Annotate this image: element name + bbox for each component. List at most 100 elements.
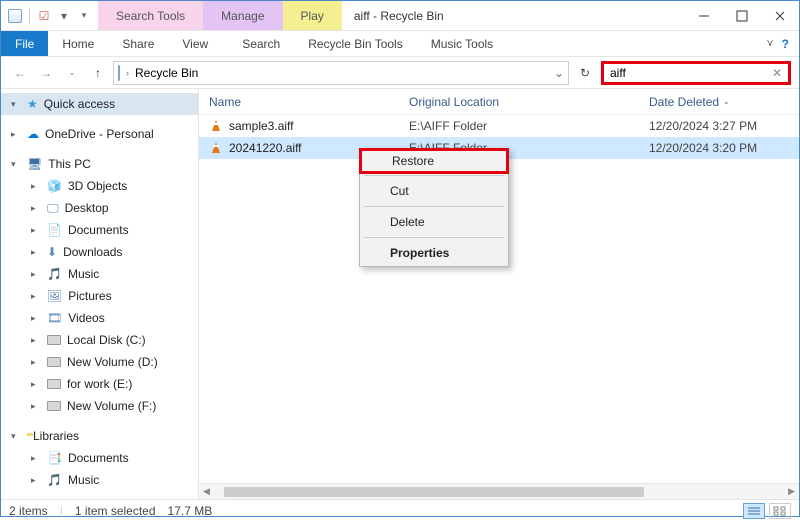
expand-icon[interactable]: ▸ bbox=[11, 129, 21, 140]
maximize-button[interactable] bbox=[723, 1, 761, 30]
expand-icon[interactable]: ▸ bbox=[31, 313, 41, 324]
drive-icon bbox=[47, 401, 61, 411]
breadcrumb[interactable]: Recycle Bin bbox=[135, 66, 198, 80]
view-large-icons-button[interactable] bbox=[769, 503, 791, 519]
sidebar-item[interactable]: ▸ Local Disk (C:) bbox=[1, 329, 198, 351]
sidebar-item[interactable]: ▸🧊3D Objects bbox=[1, 175, 198, 197]
context-tab-manage[interactable]: Manage bbox=[203, 1, 282, 30]
ribbon-tab-recycle-bin-tools[interactable]: Recycle Bin Tools bbox=[294, 31, 417, 56]
ribbon-expand-icon[interactable]: ⋎ bbox=[766, 38, 773, 49]
sidebar-item[interactable]: ▸🎞Videos bbox=[1, 307, 198, 329]
sidebar-item[interactable]: ▸ 🎵 Music bbox=[1, 263, 198, 285]
expand-icon[interactable]: ▸ bbox=[31, 401, 41, 412]
nav-forward-button[interactable]: → bbox=[35, 62, 57, 84]
column-header-name[interactable]: Name bbox=[209, 95, 409, 109]
sidebar-item[interactable]: ▸⬇Downloads bbox=[1, 241, 198, 263]
minimize-button[interactable] bbox=[685, 1, 723, 30]
expand-icon[interactable]: ▸ bbox=[31, 269, 41, 280]
context-tab-search-tools[interactable]: Search Tools bbox=[98, 1, 203, 30]
sidebar-item-this-pc[interactable]: ▾ 🖥 This PC bbox=[1, 153, 198, 175]
folder-icon: 🎵 bbox=[47, 267, 62, 281]
ribbon-tab-file[interactable]: File bbox=[1, 31, 48, 56]
sidebar-item[interactable]: ▸for work (E:) bbox=[1, 373, 198, 395]
status-selected-size: 17.7 MB bbox=[168, 504, 213, 518]
address-dropdown-icon[interactable]: ⌄ bbox=[554, 66, 564, 80]
file-name: sample3.aiff bbox=[229, 119, 293, 133]
context-menu: Restore Cut Delete Properties bbox=[359, 148, 509, 267]
qat-overflow-icon[interactable]: ▾ bbox=[76, 8, 92, 24]
sidebar-item-onedrive[interactable]: ▸ ☁ OneDrive - Personal bbox=[1, 123, 198, 145]
search-clear-icon[interactable]: ✕ bbox=[772, 66, 782, 80]
sidebar-item-label: Music bbox=[68, 267, 99, 281]
sidebar-item[interactable]: ▸ 📄 Documents bbox=[1, 219, 198, 241]
help-icon[interactable]: ? bbox=[782, 37, 789, 51]
context-menu-separator bbox=[364, 175, 504, 176]
expand-icon[interactable]: ▸ bbox=[31, 379, 41, 390]
context-menu-restore[interactable]: Restore bbox=[359, 148, 509, 174]
expand-icon[interactable]: ▸ bbox=[31, 453, 41, 464]
expand-icon[interactable]: ▸ bbox=[31, 357, 41, 368]
sidebar-item[interactable]: ▸New Volume (F:) bbox=[1, 395, 198, 417]
nav-up-button[interactable]: ↑ bbox=[87, 62, 109, 84]
nav-recent-dropdown[interactable]: ⌄ bbox=[61, 62, 83, 84]
file-name: 20241220.aiff bbox=[229, 141, 302, 155]
ribbon-tab-home[interactable]: Home bbox=[48, 31, 108, 56]
ribbon-tab-view[interactable]: View bbox=[168, 31, 222, 56]
expand-icon[interactable]: ▾ bbox=[11, 431, 21, 442]
library-icon: 🎵 bbox=[47, 473, 62, 487]
folder-icon: 🧊 bbox=[47, 179, 62, 193]
horizontal-scrollbar[interactable]: ◀ ▶ bbox=[199, 483, 799, 499]
scroll-right-icon[interactable]: ▶ bbox=[788, 486, 795, 497]
sidebar-item[interactable]: ▸ 🖼 Pictures bbox=[1, 285, 198, 307]
ribbon-tab-music-tools[interactable]: Music Tools bbox=[417, 31, 507, 56]
sidebar-item-label: Documents bbox=[68, 223, 129, 237]
expand-icon[interactable]: ▾ bbox=[11, 159, 21, 170]
context-menu-separator bbox=[364, 237, 504, 238]
expand-icon[interactable]: ▸ bbox=[31, 203, 41, 214]
context-menu-delete[interactable]: Delete bbox=[360, 209, 508, 235]
sidebar-item-libraries[interactable]: ▾ Libraries bbox=[1, 425, 198, 447]
nav-back-button[interactable]: ← bbox=[9, 62, 31, 84]
qat-properties-icon[interactable]: ☑ bbox=[36, 8, 52, 24]
scroll-left-icon[interactable]: ◀ bbox=[203, 486, 210, 497]
ribbon-tab-search[interactable]: Search bbox=[228, 31, 294, 56]
sidebar-item-label: Pictures bbox=[68, 289, 111, 303]
scrollbar-thumb[interactable] bbox=[224, 487, 644, 497]
context-tab-play[interactable]: Play bbox=[283, 1, 342, 30]
window-title: aiff - Recycle Bin bbox=[342, 1, 685, 30]
navigation-pane[interactable]: ▾ ★ Quick access ▸ ☁ OneDrive - Personal… bbox=[1, 89, 199, 499]
sidebar-item[interactable]: ▸📑Documents bbox=[1, 447, 198, 469]
sidebar-item-label: Local Disk (C:) bbox=[67, 333, 146, 347]
expand-icon[interactable]: ▾ bbox=[11, 99, 21, 110]
context-menu-cut[interactable]: Cut bbox=[360, 178, 508, 204]
breadcrumb-chevron-icon[interactable]: › bbox=[126, 68, 129, 78]
refresh-button[interactable]: ↻ bbox=[573, 61, 597, 85]
expand-icon[interactable]: ▸ bbox=[31, 335, 41, 346]
qat-dropdown-icon[interactable]: ▾ bbox=[56, 8, 72, 24]
expand-icon[interactable]: ▸ bbox=[31, 247, 41, 258]
search-input[interactable] bbox=[610, 66, 772, 80]
drive-icon bbox=[47, 379, 61, 389]
expand-icon[interactable]: ▸ bbox=[31, 291, 41, 302]
column-header-date-deleted[interactable]: Date Deleted ⌄ bbox=[649, 95, 799, 109]
context-menu-properties[interactable]: Properties bbox=[360, 240, 508, 266]
close-button[interactable] bbox=[761, 1, 799, 30]
expand-icon[interactable]: ▸ bbox=[31, 225, 41, 236]
address-bar[interactable]: › Recycle Bin ⌄ bbox=[113, 61, 569, 85]
table-row[interactable]: sample3.aiff E:\AIFF Folder 12/20/2024 3… bbox=[199, 115, 799, 137]
folder-icon: 🎞 bbox=[47, 311, 62, 325]
sidebar-item[interactable]: ▸🖵Desktop bbox=[1, 197, 198, 219]
folder-icon: 📄 bbox=[47, 223, 62, 237]
sidebar-item-quick-access[interactable]: ▾ ★ Quick access bbox=[1, 93, 198, 115]
search-box[interactable]: ✕ bbox=[601, 61, 791, 85]
ribbon-tab-share[interactable]: Share bbox=[108, 31, 168, 56]
view-details-button[interactable] bbox=[743, 503, 765, 519]
folder-icon: 🖼 bbox=[47, 289, 62, 303]
expand-icon[interactable]: ▸ bbox=[31, 475, 41, 486]
status-item-count: 2 items bbox=[9, 504, 48, 518]
sidebar-item[interactable]: ▸🎵Music bbox=[1, 469, 198, 491]
sidebar-item[interactable]: ▸New Volume (D:) bbox=[1, 351, 198, 373]
expand-icon[interactable]: ▸ bbox=[31, 181, 41, 192]
column-header-original-location[interactable]: Original Location bbox=[409, 95, 649, 109]
sort-indicator-icon: ⌄ bbox=[723, 97, 730, 106]
